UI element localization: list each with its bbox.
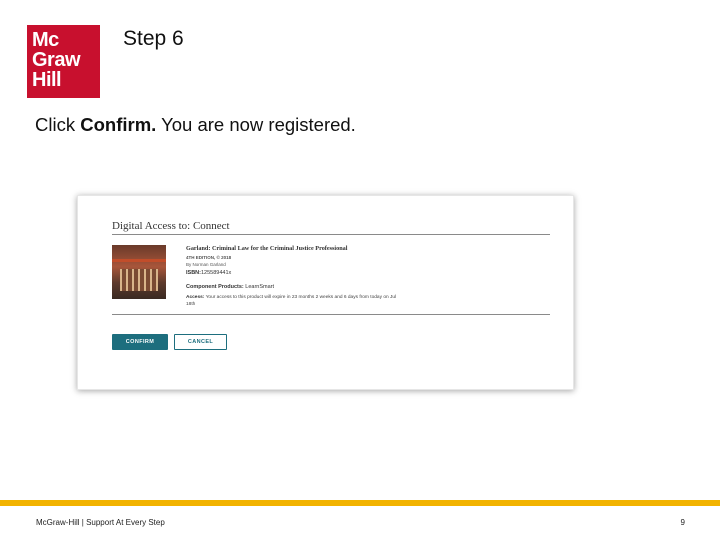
- instruction-prefix: Click: [35, 114, 81, 135]
- digital-access-heading: Digital Access to: Connect: [112, 220, 230, 232]
- product-edition: 4TH EDITION, © 2018: [186, 255, 232, 260]
- isbn-value: 125589441x: [200, 270, 232, 276]
- access-line: Access: Your access to this product will…: [186, 294, 401, 308]
- instruction-bold: Confirm.: [80, 114, 157, 135]
- registration-screenshot: Digital Access to: Connect Garland: Crim…: [77, 195, 574, 390]
- page-number: 9: [680, 518, 685, 527]
- footer-text: McGraw-Hill | Support At Every Step: [36, 518, 165, 527]
- component-label: Component Products:: [186, 284, 244, 290]
- isbn-label: ISBN:: [186, 270, 201, 276]
- logo-line-3: Hill: [32, 69, 62, 91]
- footer-bar: [0, 500, 720, 506]
- product-author: By Norman Garland: [186, 262, 226, 267]
- cancel-button[interactable]: CANCEL: [174, 334, 227, 350]
- instruction-text: Click Confirm. You are now registered.: [35, 114, 356, 136]
- isbn-line: ISBN:125589441x: [186, 270, 231, 276]
- heading-divider: [112, 234, 550, 235]
- book-cover-image: [112, 245, 166, 299]
- product-title: Garland: Criminal Law for the Criminal J…: [186, 245, 348, 252]
- component-value: LearnSmart: [245, 284, 275, 290]
- confirm-button[interactable]: CONFIRM: [112, 334, 168, 350]
- content-divider: [112, 314, 550, 315]
- instruction-suffix: You are now registered.: [156, 114, 356, 135]
- component-products-line: Component Products: LearnSmart: [186, 284, 274, 290]
- access-text: Your access to this product will expire …: [186, 295, 397, 307]
- mcgraw-hill-logo: Mc Graw Hill: [27, 25, 100, 98]
- slide-title: Step 6: [123, 27, 184, 50]
- access-label: Access:: [186, 295, 205, 300]
- logo-line-1: Mc: [32, 29, 59, 51]
- logo-line-2: Graw: [32, 49, 81, 71]
